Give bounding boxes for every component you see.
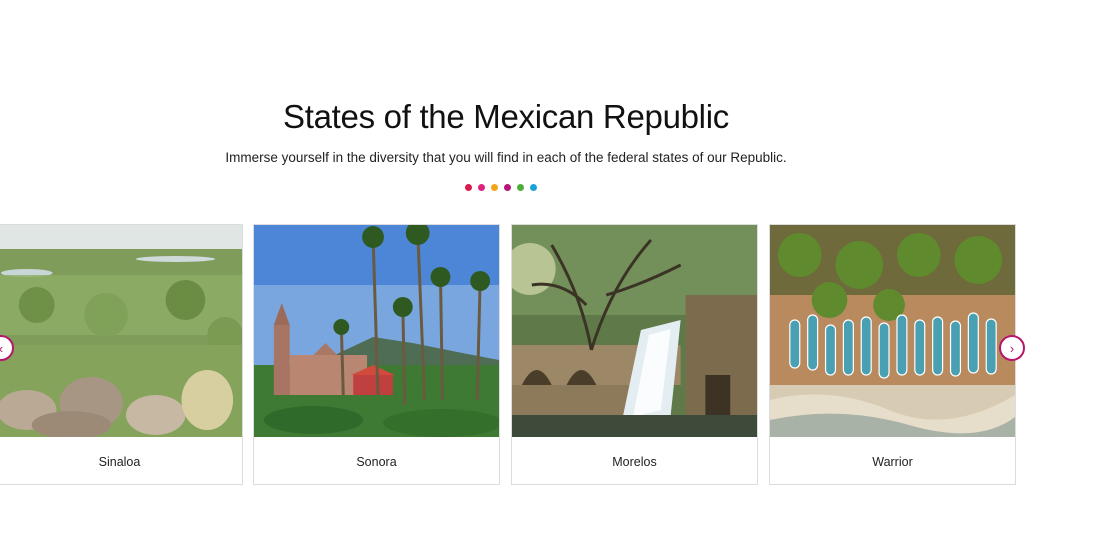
carousel-next-button[interactable]: › bbox=[999, 335, 1025, 361]
dot-3 bbox=[491, 184, 498, 191]
state-card-label: Warrior bbox=[872, 454, 913, 469]
dot-4 bbox=[504, 184, 511, 191]
state-card-morelos[interactable]: Morelos bbox=[511, 224, 758, 485]
section-subtitle: Immerse yourself in the diversity that y… bbox=[225, 150, 787, 165]
morelos-photo bbox=[512, 225, 757, 437]
state-card-label: Morelos bbox=[612, 454, 657, 469]
decorative-dots bbox=[465, 184, 537, 191]
sinaloa-photo bbox=[0, 225, 242, 437]
chevron-right-icon: › bbox=[1009, 340, 1015, 356]
warrior-photo bbox=[770, 225, 1015, 437]
state-card-warrior[interactable]: Warrior bbox=[769, 224, 1016, 485]
dot-2 bbox=[478, 184, 485, 191]
states-carousel: Sinaloa Sonora Morelos Warrior › bbox=[0, 224, 1100, 488]
sonora-photo bbox=[254, 225, 499, 437]
dot-6 bbox=[530, 184, 537, 191]
dot-5 bbox=[517, 184, 524, 191]
chevron-left-icon: ‹ bbox=[0, 342, 3, 355]
section-title: States of the Mexican Republic bbox=[283, 98, 729, 135]
state-card-sonora[interactable]: Sonora bbox=[253, 224, 500, 485]
state-card-label: Sonora bbox=[356, 454, 397, 469]
state-card-sinaloa[interactable]: Sinaloa bbox=[0, 224, 243, 485]
dot-1 bbox=[465, 184, 472, 191]
state-card-label: Sinaloa bbox=[98, 454, 141, 469]
